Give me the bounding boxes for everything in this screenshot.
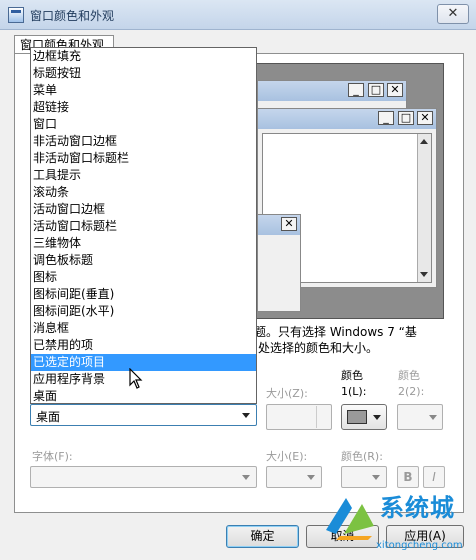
list-item[interactable]: 已禁用的项 (31, 337, 256, 354)
chevron-down-icon (373, 415, 381, 420)
list-item[interactable]: 标题按钮 (31, 65, 256, 82)
preview-inactive-caption: _ □ ✕ (258, 81, 406, 101)
font-color-label: 颜色(R): (341, 450, 383, 463)
preview-message-box: ✕ (257, 214, 301, 312)
list-item[interactable]: 调色板标题 (31, 252, 256, 269)
bold-button[interactable]: B (397, 466, 419, 488)
item-dropdown-list[interactable]: 边框填充 标题按钮 菜单 超链接 窗口 非活动窗口边框 非活动窗口标题栏 工具提示 滚动条 活动窗… (30, 47, 257, 404)
color2-label-b: 2(2): (398, 385, 425, 398)
minimize-icon: _ (348, 83, 364, 97)
close-icon: ✕ (447, 6, 459, 21)
italic-button[interactable]: I (423, 466, 445, 488)
minimize-icon: _ (378, 111, 394, 125)
list-item[interactable]: 边框填充 (31, 48, 256, 65)
ok-button[interactable]: 确定 (226, 525, 299, 548)
list-item[interactable]: 滚动条 (31, 184, 256, 201)
color2-button[interactable] (397, 404, 443, 430)
scroll-up-icon (420, 139, 428, 144)
watermark-url: xitongcheng.com (376, 540, 463, 551)
chevron-down-icon (242, 475, 250, 480)
list-item[interactable]: 菜单 (31, 82, 256, 99)
mouse-cursor-icon (129, 368, 143, 389)
list-item[interactable]: 工具提示 (31, 167, 256, 184)
list-item[interactable]: 图标间距(垂直) (31, 286, 256, 303)
description-text: 主题。只有选择 Windows 7 “基 处选择的颜色和大小。 (242, 324, 472, 356)
item-select-value: 桌面 (36, 410, 61, 424)
list-item[interactable]: 桌面 (31, 388, 256, 405)
watermark: 系统城 xitongcheng.com (322, 488, 476, 560)
description-line-2: 处选择的颜色和大小。 (258, 341, 379, 355)
preview-message-caption: ✕ (258, 215, 300, 235)
list-item[interactable]: 非活动窗口标题栏 (31, 150, 256, 167)
scroll-down-icon (420, 272, 428, 277)
watermark-logo-icon (326, 498, 374, 540)
color1-label-b: 1(L): (341, 385, 367, 398)
close-icon: ✕ (387, 83, 403, 97)
list-item[interactable]: 超链接 (31, 99, 256, 116)
maximize-icon: □ (398, 111, 414, 125)
font-select[interactable] (30, 466, 257, 488)
list-item[interactable]: 非活动窗口边框 (31, 133, 256, 150)
chevron-down-icon (307, 475, 315, 480)
preview-scrollbar (417, 134, 431, 282)
chevron-down-icon (372, 475, 380, 480)
appearance-preview: _ □ ✕ _ □ ✕ ✕ (240, 63, 444, 319)
chevron-down-icon (242, 413, 250, 418)
chevron-down-icon (429, 415, 437, 420)
list-item[interactable]: 图标 (31, 269, 256, 286)
list-item[interactable]: 消息框 (31, 320, 256, 337)
color2-label-a: 颜色 (398, 369, 420, 382)
font-color-button[interactable] (341, 466, 387, 488)
list-item[interactable]: 窗口 (31, 116, 256, 133)
window-title: 窗口颜色和外观 (30, 9, 115, 23)
close-icon: ✕ (281, 217, 297, 231)
list-item[interactable]: 活动窗口标题栏 (31, 218, 256, 235)
close-button[interactable]: ✕ (437, 4, 469, 24)
list-item[interactable]: 图标间距(水平) (31, 303, 256, 320)
window-icon (8, 7, 24, 23)
maximize-icon: □ (368, 83, 384, 97)
title-bar: 窗口颜色和外观 ✕ (0, 0, 476, 30)
spin-up-button[interactable] (316, 406, 330, 417)
font-size-select[interactable] (266, 466, 322, 488)
close-icon: ✕ (417, 111, 433, 125)
size-spinner[interactable] (266, 404, 332, 430)
list-item[interactable]: 活动窗口边框 (31, 201, 256, 218)
list-item[interactable]: 三维物体 (31, 235, 256, 252)
description-line-1: 主题。只有选择 Windows 7 “基 (242, 325, 417, 339)
color1-swatch (347, 410, 367, 424)
preview-active-caption: _ □ ✕ (258, 109, 436, 129)
item-select[interactable]: 桌面 (30, 404, 257, 426)
watermark-text: 系统城 (380, 494, 455, 522)
color1-label-a: 颜色 (341, 369, 363, 382)
font-label: 字体(F): (32, 450, 73, 463)
font-size-label: 大小(E): (266, 450, 308, 463)
size-label: 大小(Z): (266, 387, 308, 400)
color1-button[interactable] (341, 404, 387, 430)
spin-down-button[interactable] (316, 417, 330, 428)
